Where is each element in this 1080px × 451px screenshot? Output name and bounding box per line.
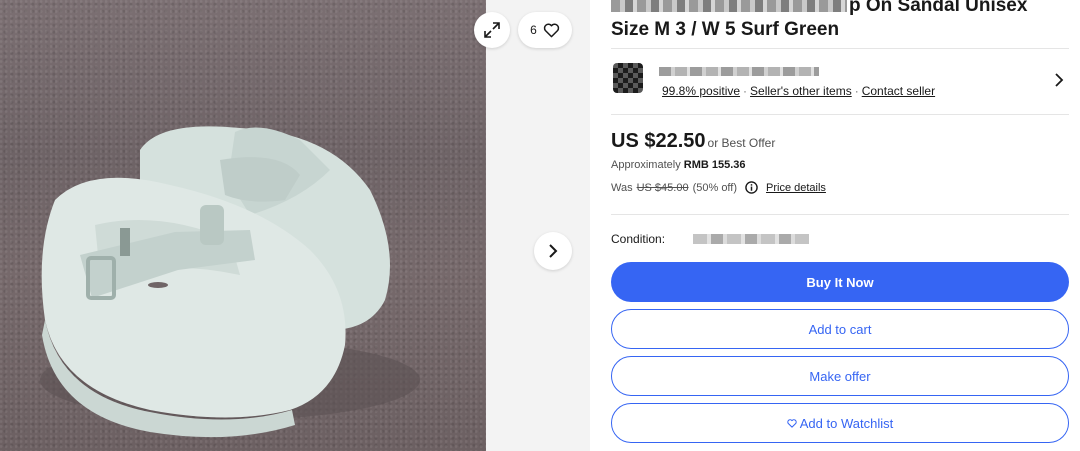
contact-seller-link[interactable]: Contact seller — [862, 84, 935, 98]
separator: · — [743, 84, 748, 98]
product-photo[interactable] — [0, 0, 486, 451]
price-block: US $22.50 or Best Offer Approximately RMB… — [611, 130, 1069, 194]
was-label: Was — [611, 181, 633, 194]
make-offer-label: Make offer — [809, 368, 871, 384]
listing-title: p On Sandal Unisex Size M 3 / W 5 Surf G… — [611, 0, 1069, 42]
chevron-right-icon[interactable] — [1053, 72, 1065, 88]
heart-icon — [787, 418, 797, 428]
divider — [611, 114, 1069, 115]
seller-avatar[interactable] — [613, 63, 643, 93]
best-offer-label: or Best Offer — [707, 136, 776, 150]
seller-name-redacted[interactable] — [659, 67, 819, 76]
approximate-price: Approximately RMB 155.36 — [611, 159, 1069, 171]
watch-count: 6 — [530, 23, 537, 37]
discount: (50% off) — [692, 181, 738, 194]
condition-value-redacted — [693, 234, 809, 244]
approx-value: RMB 155.36 — [683, 159, 746, 171]
make-offer-button[interactable]: Make offer — [611, 356, 1069, 396]
was-price: Was US $45.00 (50% off) Price details — [611, 181, 1069, 194]
chevron-right-icon — [549, 244, 558, 258]
title-line-1: p On Sandal Unisex — [849, 0, 1028, 16]
heart-icon — [543, 23, 560, 37]
image-gallery: 6 — [0, 0, 590, 451]
watch-count-button[interactable]: 6 — [518, 12, 572, 48]
next-image-button[interactable] — [534, 232, 572, 270]
approx-label: Approximately — [611, 159, 681, 171]
listing-page: 6 p On Sandal Unisex Size M 3 / W 5 Surf… — [0, 0, 1080, 451]
expand-icon — [484, 22, 500, 38]
buy-it-now-label: Buy It Now — [806, 274, 874, 290]
was-value: US $45.00 — [636, 181, 689, 194]
add-to-watchlist-button[interactable]: Add to Watchlist — [611, 403, 1069, 443]
seller-links: 99.8% positive · Seller's other items · Cont… — [662, 84, 935, 98]
expand-button[interactable] — [474, 12, 510, 48]
separator: · — [854, 84, 859, 98]
condition-label: Condition: — [611, 232, 666, 246]
price-amount: US $22.50 — [611, 130, 706, 152]
seller-card[interactable]: 99.8% positive · Seller's other items · Cont… — [611, 60, 1069, 104]
info-icon[interactable] — [745, 181, 758, 194]
divider — [611, 214, 1069, 215]
add-to-watchlist-label: Add to Watchlist — [799, 415, 894, 431]
add-to-cart-label: Add to cart — [808, 321, 872, 337]
seller-feedback-link[interactable]: 99.8% positive — [662, 84, 740, 98]
divider — [611, 48, 1069, 49]
clog-illustration — [40, 126, 420, 438]
buy-it-now-button[interactable]: Buy It Now — [611, 262, 1069, 302]
price-line: US $22.50 or Best Offer — [611, 130, 1069, 153]
redacted-title-text — [611, 0, 847, 12]
title-line-2: Size M 3 / W 5 Surf Green — [611, 19, 840, 40]
condition-row: Condition: — [611, 229, 1069, 249]
add-to-cart-button[interactable]: Add to cart — [611, 309, 1069, 349]
price-details-link[interactable]: Price details — [766, 182, 826, 194]
seller-other-items-link[interactable]: Seller's other items — [750, 84, 852, 98]
